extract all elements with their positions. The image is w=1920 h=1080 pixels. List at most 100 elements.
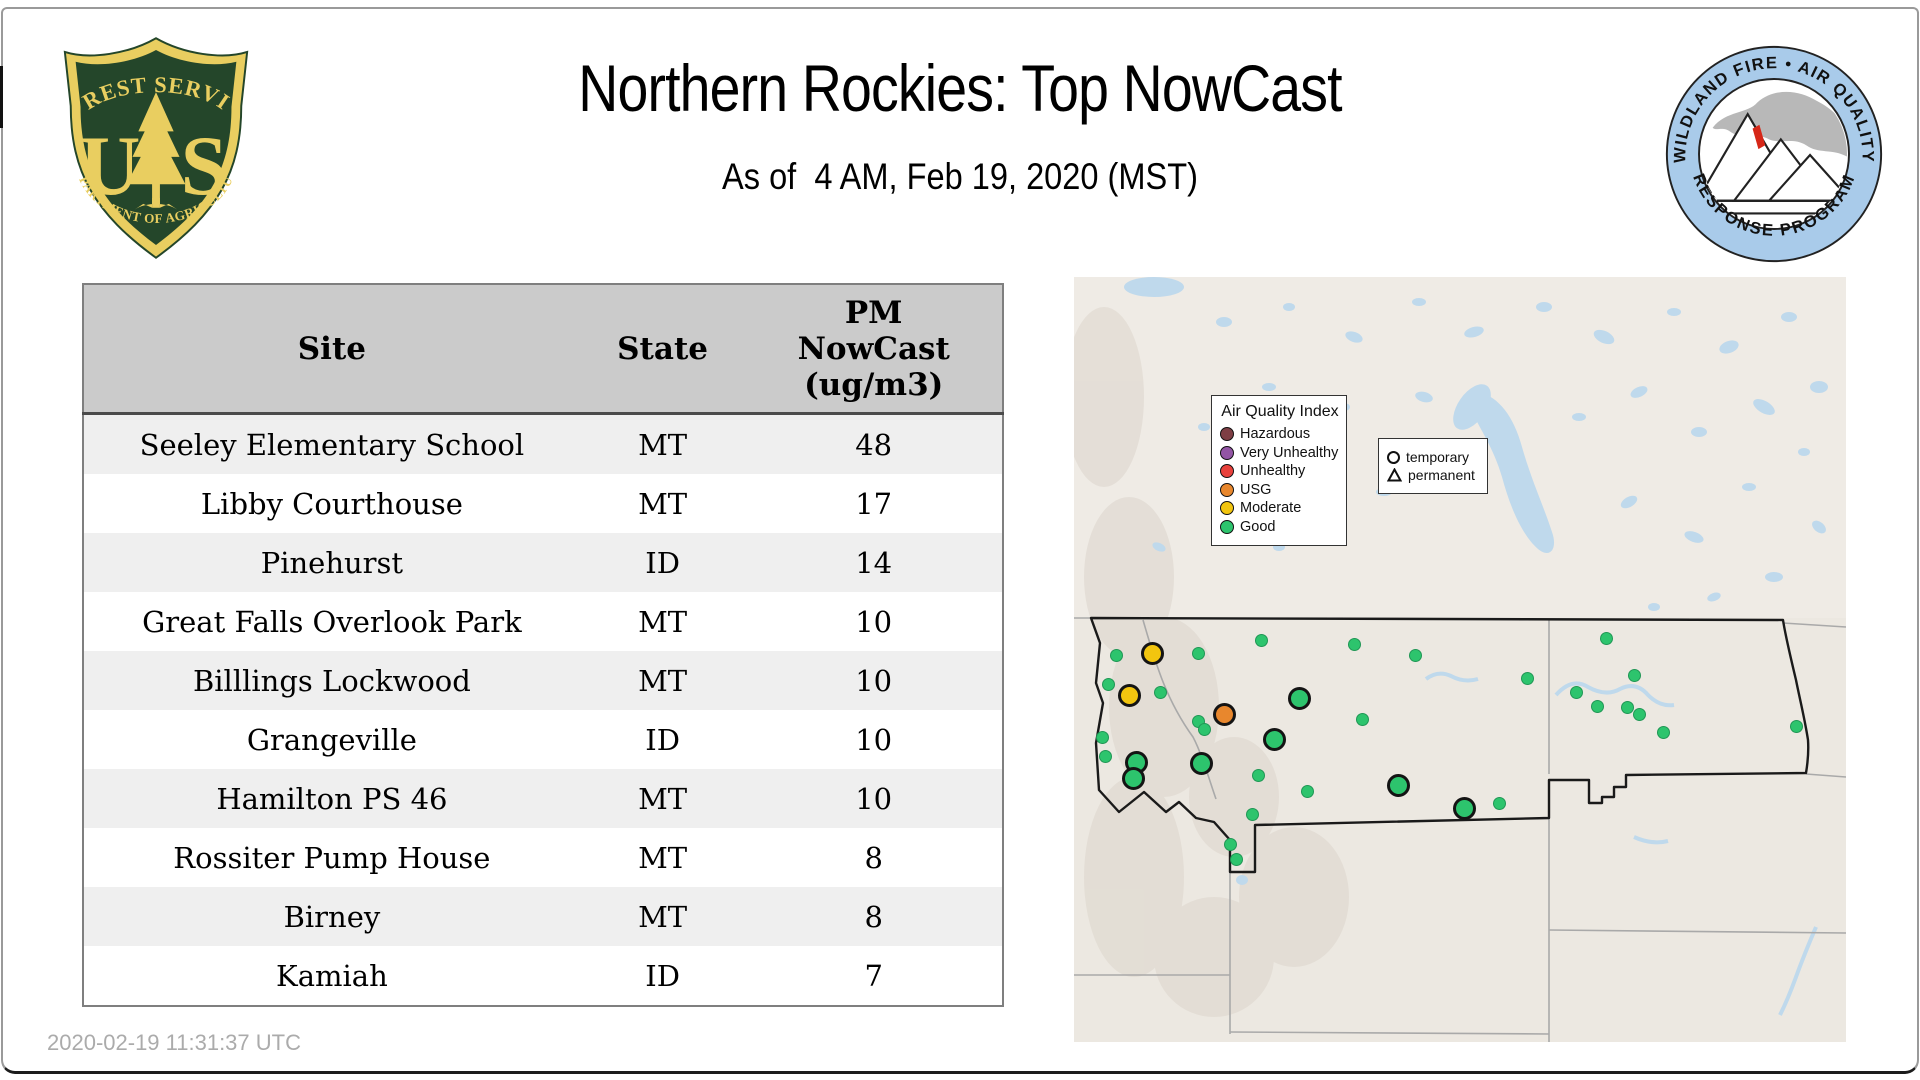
site-cell: Birney xyxy=(283,899,381,934)
table-row: Hamilton PS 46 MT 10 xyxy=(83,769,1003,828)
aqi-color-swatch-icon xyxy=(1220,445,1234,460)
aqi-legend-label: USG xyxy=(1240,481,1272,498)
basemap xyxy=(1074,277,1846,1042)
aqi-legend-label: Very Unhealthy xyxy=(1240,444,1339,461)
aqi-color-swatch-icon xyxy=(1220,482,1234,497)
aqi-legend-item: Hazardous xyxy=(1220,426,1340,442)
nowcast-table: Site State PM NowCast (ug/m3) Seeley Ele… xyxy=(82,283,1004,1007)
permanent-label: permanent xyxy=(1408,467,1475,483)
monitor-marker-temporary xyxy=(1408,648,1422,662)
monitor-marker-temporary xyxy=(1153,685,1167,699)
monitor-marker-temporary xyxy=(1347,637,1361,651)
page-subtitle: As of 4 AM, Feb 19, 2020 (MST) xyxy=(722,156,1198,197)
pm-value-cell: 17 xyxy=(855,486,893,521)
aqi-legend-item: USG xyxy=(1220,482,1340,498)
monitor-marker-permanent xyxy=(1117,683,1141,707)
monitor-marker-temporary xyxy=(1109,648,1123,662)
aqi-legend-item: Good xyxy=(1220,519,1340,535)
generation-timestamp: 2020-02-19 11:31:37 UTC xyxy=(47,1030,301,1055)
aqi-color-swatch-icon xyxy=(1220,501,1234,515)
pm-value-cell: 48 xyxy=(855,427,893,462)
state-cell: ID xyxy=(645,958,680,993)
aqi-legend-item: Unhealthy xyxy=(1220,463,1340,479)
monitor-marker-temporary xyxy=(1656,725,1670,739)
monitor-marker-permanent xyxy=(1189,751,1213,775)
aqi-legend-label: Moderate xyxy=(1240,500,1302,516)
monitor-marker-temporary xyxy=(1254,633,1268,647)
table-row: Grangeville ID 10 xyxy=(83,710,1003,769)
monitor-marker-temporary xyxy=(1620,700,1634,714)
monitor-marker-temporary xyxy=(1632,707,1646,721)
site-cell: Rossiter Pump House xyxy=(173,840,491,875)
pm-value-cell: 14 xyxy=(855,545,893,580)
state-cell: ID xyxy=(645,722,680,757)
monitor-marker-temporary xyxy=(1355,712,1369,726)
state-cell: MT xyxy=(638,604,688,639)
page-title: Northern Rockies: Top NowCast xyxy=(578,51,1342,125)
monitor-marker-temporary xyxy=(1520,671,1534,685)
state-cell: MT xyxy=(638,427,688,462)
monitor-marker-temporary xyxy=(1229,852,1243,866)
temporary-label: temporary xyxy=(1406,449,1470,465)
monitor-marker-temporary xyxy=(1492,796,1506,810)
pm-value-cell: 10 xyxy=(855,604,893,639)
permanent-symbol-icon xyxy=(1387,468,1402,482)
table-row: Great Falls Overlook Park MT 10 xyxy=(83,592,1003,651)
monitor-marker-temporary xyxy=(1627,668,1641,682)
monitor-marker-temporary xyxy=(1590,699,1604,713)
pm-value-cell: 8 xyxy=(864,899,883,934)
pm-value-cell: 10 xyxy=(855,722,893,757)
table-row: Seeley Elementary School MT 48 xyxy=(83,413,1003,474)
aqi-legend-title: Air Quality Index xyxy=(1221,403,1339,420)
site-cell: Seeley Elementary School xyxy=(139,427,525,462)
aqi-legend-label: Hazardous xyxy=(1240,426,1311,442)
aqi-legend-items: Hazardous Very Unhealthy Unhealthy USG Moder… xyxy=(1220,426,1340,535)
state-cell: ID xyxy=(645,545,680,580)
monitor-marker-temporary xyxy=(1191,646,1205,660)
table-row: Rossiter Pump House MT 8 xyxy=(83,828,1003,887)
temporary-symbol-icon xyxy=(1387,450,1400,464)
aqi-legend-label: Unhealthy xyxy=(1240,463,1306,479)
monitor-marker-temporary xyxy=(1101,677,1115,691)
table-row: Birney MT 8 xyxy=(83,887,1003,946)
site-cell: Pinehurst xyxy=(260,545,404,580)
pm-value-cell: 8 xyxy=(864,840,883,875)
table-row: Kamiah ID 7 xyxy=(83,946,1003,1006)
monitor-marker-temporary xyxy=(1197,722,1211,736)
monitor-marker-permanent xyxy=(1140,641,1164,665)
site-cell: Hamilton PS 46 xyxy=(216,781,448,816)
site-cell: Great Falls Overlook Park xyxy=(142,604,522,639)
monitor-marker-temporary xyxy=(1251,768,1265,782)
edge-artifact xyxy=(0,66,3,128)
monitor-marker-temporary xyxy=(1223,837,1237,851)
monitor-marker-temporary xyxy=(1300,784,1314,798)
state-cell: MT xyxy=(638,899,688,934)
monitor-marker-temporary xyxy=(1789,719,1803,733)
table-row: Pinehurst ID 14 xyxy=(83,533,1003,592)
aqi-color-swatch-icon xyxy=(1220,464,1234,478)
pm-value-cell: 7 xyxy=(864,958,883,993)
aqi-legend-label: Good xyxy=(1240,518,1276,535)
site-cell: Grangeville xyxy=(246,722,417,757)
table-row: Libby Courthouse MT 17 xyxy=(83,474,1003,533)
column-header-pm: PM NowCast (ug/m3) xyxy=(745,284,1003,415)
monitor-marker-permanent xyxy=(1262,727,1286,751)
monitor-marker-permanent xyxy=(1212,702,1236,726)
nowcast-table-body: Seeley Elementary School MT 48 Libby Courth… xyxy=(83,413,1003,1006)
column-header-state: State xyxy=(579,284,746,415)
aqi-legend: Air Quality Index Hazardous Very Unhealth… xyxy=(1211,395,1347,546)
monitor-marker-permanent xyxy=(1452,796,1476,820)
state-cell: MT xyxy=(638,663,688,698)
monitor-marker-temporary xyxy=(1245,807,1259,821)
monitor-marker-permanent xyxy=(1287,686,1311,710)
site-cell: Billlings Lockwood xyxy=(192,663,471,698)
site-cell: Kamiah xyxy=(276,958,388,993)
aqi-color-swatch-icon xyxy=(1220,519,1234,534)
pm-value-cell: 10 xyxy=(855,781,893,816)
table-row: Billlings Lockwood MT 10 xyxy=(83,651,1003,710)
state-cell: MT xyxy=(638,840,688,875)
monitor-marker-temporary xyxy=(1098,749,1112,763)
site-cell: Libby Courthouse xyxy=(200,486,463,521)
symbol-legend: temporary permanent xyxy=(1378,438,1488,494)
state-cell: MT xyxy=(638,486,688,521)
